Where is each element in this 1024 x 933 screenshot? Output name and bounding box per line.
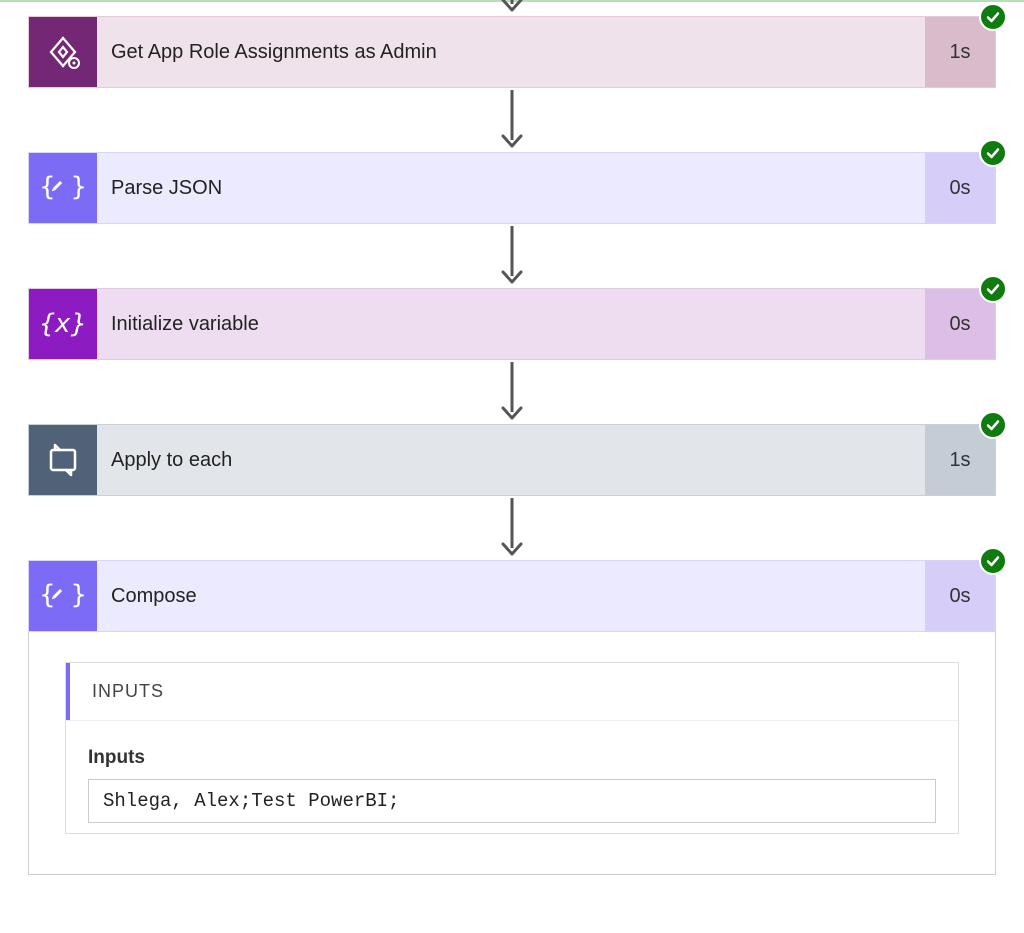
powerapps-icon bbox=[29, 17, 97, 87]
action-parse-json[interactable]: { } Parse JSON 0s bbox=[28, 152, 996, 224]
status-success-badge bbox=[979, 3, 1007, 31]
braces-x-icon: {x} bbox=[29, 289, 97, 359]
braces-edit-icon: { } bbox=[29, 561, 97, 631]
status-success-badge bbox=[979, 275, 1007, 303]
arrow-connector bbox=[28, 88, 996, 152]
action-title: Compose bbox=[97, 561, 925, 631]
action-title: Initialize variable bbox=[97, 289, 925, 359]
action-title: Get App Role Assignments as Admin bbox=[97, 17, 925, 87]
flow-run-container: Get App Role Assignments as Admin 1s { }… bbox=[0, 0, 1024, 905]
svg-text:{ }: { } bbox=[41, 172, 85, 202]
inputs-field-value[interactable]: Shlega, Alex;Test PowerBI; bbox=[88, 779, 936, 823]
svg-text:{ }: { } bbox=[41, 580, 85, 610]
inputs-section: INPUTS Inputs Shlega, Alex;Test PowerBI; bbox=[65, 662, 959, 834]
inputs-body: Inputs Shlega, Alex;Test PowerBI; bbox=[66, 720, 958, 833]
action-title: Parse JSON bbox=[97, 153, 925, 223]
action-apply-to-each[interactable]: Apply to each 1s bbox=[28, 424, 996, 496]
svg-text:{x}: {x} bbox=[41, 309, 85, 339]
status-success-badge bbox=[979, 411, 1007, 439]
loop-icon bbox=[29, 425, 97, 495]
status-success-badge bbox=[979, 139, 1007, 167]
inputs-field-label: Inputs bbox=[88, 747, 936, 769]
braces-edit-icon: { } bbox=[29, 153, 97, 223]
action-title: Apply to each bbox=[97, 425, 925, 495]
action-compose[interactable]: { } Compose 0s bbox=[28, 560, 996, 632]
action-get-app-role-assignments[interactable]: Get App Role Assignments as Admin 1s bbox=[28, 16, 996, 88]
arrow-connector bbox=[28, 0, 996, 14]
arrow-connector bbox=[28, 224, 996, 288]
action-initialize-variable[interactable]: {x} Initialize variable 0s bbox=[28, 288, 996, 360]
status-success-badge bbox=[979, 547, 1007, 575]
inputs-section-header: INPUTS bbox=[66, 663, 958, 720]
arrow-connector bbox=[28, 496, 996, 560]
compose-detail-panel: INPUTS Inputs Shlega, Alex;Test PowerBI; bbox=[28, 632, 996, 875]
arrow-connector bbox=[28, 360, 996, 424]
